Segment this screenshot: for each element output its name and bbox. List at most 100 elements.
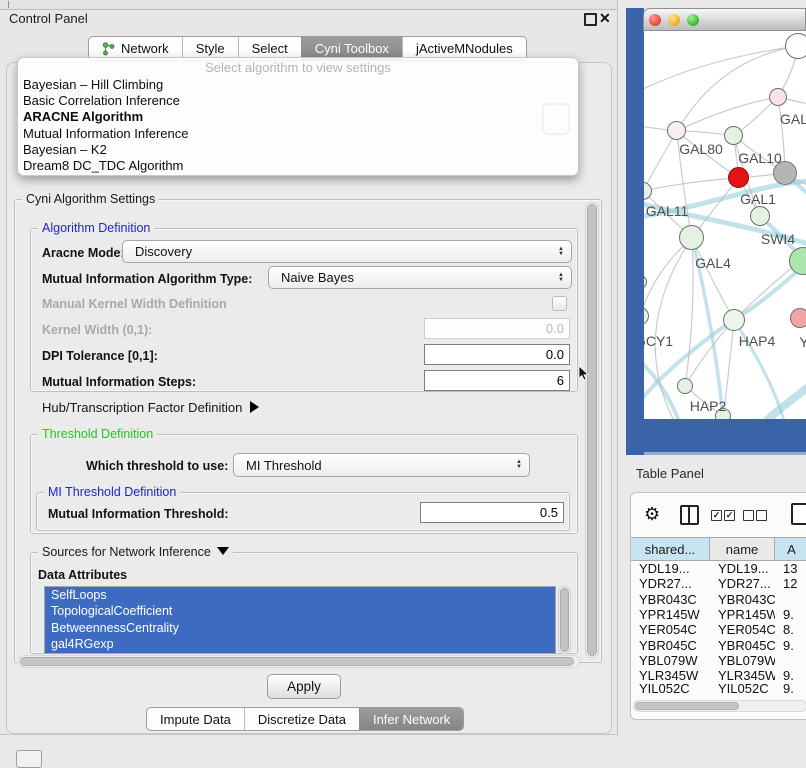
apply-button[interactable]: Apply [267, 674, 341, 699]
network-node-hap2[interactable] [677, 378, 693, 394]
aracne-mode-label: Aracne Mode: [42, 246, 125, 260]
network-node-gal7[interactable] [769, 88, 787, 106]
column-header-shared[interactable]: shared... [631, 538, 710, 560]
settings-horizontal-scrollbar[interactable] [18, 655, 580, 668]
mouse-cursor [578, 366, 589, 381]
which-threshold-select[interactable]: MI Threshold ▲▼ [233, 453, 530, 477]
tab-impute-data[interactable]: Impute Data [147, 708, 244, 730]
dpi-tolerance-field[interactable]: 0.0 [424, 344, 570, 365]
node-label-gal4: GAL4 [695, 255, 731, 271]
table-body: YDL19...YDL19...13 YDR27...YDR27...12 YB… [631, 561, 806, 694]
data-attributes-label: Data Attributes [38, 568, 127, 582]
column-header-name[interactable]: name [710, 538, 775, 560]
list-item-selected[interactable]: SelfLoops [45, 587, 555, 603]
list-item-selected[interactable]: gal4RGexp [45, 636, 555, 652]
hub-definition-toggle[interactable]: Hub/Transcription Factor Definition [42, 400, 259, 415]
dropdown-placeholder: Select algorithm to view settings [18, 60, 578, 77]
dropdown-item[interactable]: Bayesian – K2 [18, 142, 578, 158]
table-row[interactable]: YBR045CYBR045C9. [631, 637, 806, 652]
deselect-all-icon[interactable] [743, 510, 754, 521]
list-item-selected[interactable]: TopologicalCoefficient [45, 603, 555, 619]
split-columns-icon[interactable] [680, 505, 699, 525]
network-node-gal80[interactable] [667, 121, 686, 140]
threshold-definition-title: Threshold Definition [38, 427, 157, 441]
page-icon[interactable] [791, 503, 806, 525]
close-icon[interactable]: ✕ [599, 10, 611, 27]
table-row[interactable]: YIL052CYIL052C9. [631, 683, 806, 694]
network-node-hap4[interactable] [723, 309, 745, 331]
dropdown-item[interactable]: Mutual Information Inference [18, 126, 578, 142]
aracne-mode-select[interactable]: Discovery ▲▼ [122, 240, 572, 263]
table-row[interactable]: YBL079WYBL079W [631, 653, 806, 668]
network-node-gal1[interactable] [728, 167, 749, 188]
combo-arrows-icon: ▲▼ [516, 454, 522, 476]
manual-kernel-checkbox[interactable] [552, 296, 567, 311]
network-icon [102, 42, 115, 56]
mi-threshold-field[interactable]: 0.5 [420, 502, 564, 523]
table-row[interactable]: YER054CYER054C8. [631, 622, 806, 637]
data-attributes-list: SelfLoops TopologicalCoefficient Between… [44, 586, 556, 654]
panel-top-strip [0, 0, 617, 10]
dropdown-item[interactable]: Dream8 DC_TDC Algorithm [18, 158, 578, 174]
table-row[interactable]: YBR043CYBR043C [631, 592, 806, 607]
node-label-gal80: GAL80 [679, 141, 723, 157]
list-item-selected[interactable]: BetweennessCentrality [45, 620, 555, 636]
algorithm-definition-title: Algorithm Definition [38, 221, 154, 235]
node-label-gal11: GAL11 [646, 203, 689, 219]
divider-tick [8, 1, 9, 8]
kernel-width-label: Kernel Width (0,1): [42, 323, 152, 337]
list-scrollbar[interactable] [558, 586, 571, 654]
collapse-down-icon [217, 547, 229, 555]
select-all-icon[interactable]: ✓ [711, 510, 722, 521]
mi-type-select[interactable]: Naive Bayes ▲▼ [268, 266, 572, 289]
column-header-partial[interactable]: A [775, 538, 806, 560]
network-node[interactable] [785, 33, 806, 59]
table-row[interactable]: YLR345WYLR345W9. [631, 668, 806, 683]
tab-infer-network[interactable]: Infer Network [359, 708, 463, 730]
settings-vertical-scrollbar[interactable] [585, 202, 599, 658]
minimize-traffic-light-icon[interactable] [668, 14, 680, 26]
select-all-icon[interactable]: ✓ [724, 510, 735, 521]
network-node-gal4[interactable] [679, 225, 704, 250]
node-label-hap4: HAP4 [739, 333, 776, 349]
deselect-all-icon[interactable] [756, 510, 767, 521]
node-label-swi4: SWI4 [761, 231, 795, 247]
table-horizontal-scrollbar[interactable] [633, 700, 806, 712]
combo-arrows-icon: ▲▼ [558, 241, 564, 262]
gear-icon[interactable]: ⚙ [644, 504, 660, 525]
network-node-gal10[interactable] [724, 126, 743, 145]
table-toolbar: ⚙ ✓ ✓ [631, 493, 806, 537]
node-label-gcy1: GCY1 [644, 333, 673, 349]
sources-title-toggle[interactable]: Sources for Network Inference [38, 545, 233, 559]
network-canvas[interactable]: GAL GAL80 GAL10 GAL1 GAL11 SWI4 GAL4 GCY… [644, 31, 806, 419]
float-window-icon[interactable] [584, 13, 597, 26]
cyni-bottom-tabbar: Impute Data Discretize Data Infer Networ… [146, 707, 464, 731]
control-panel: Control Panel ✕ Network Style Select Cyn… [0, 0, 618, 735]
dropdown-item-selected[interactable]: ARACNE Algorithm [18, 109, 578, 125]
table-panel: ⚙ ✓ ✓ shared... name A YDL19...YDL19...1… [630, 492, 806, 720]
collapse-right-icon [250, 401, 259, 413]
table-row[interactable]: YDL19...YDL19...13 [631, 561, 806, 576]
dropdown-item[interactable]: Basic Correlation Inference [18, 93, 578, 109]
algorithm-dropdown-popup: Select algorithm to view settings Bayesi… [17, 57, 579, 176]
network-node-swi4[interactable] [750, 206, 770, 226]
table-row[interactable]: YPR145WYPR145W9. [631, 607, 806, 622]
network-node-salmon[interactable] [790, 308, 806, 328]
partial-button[interactable] [16, 750, 42, 768]
which-threshold-label: Which threshold to use: [86, 459, 228, 473]
cyni-settings-title: Cyni Algorithm Settings [22, 192, 159, 206]
tab-discretize-data[interactable]: Discretize Data [244, 708, 359, 730]
mi-type-label: Mutual Information Algorithm Type: [42, 272, 252, 286]
node-label-gal10: GAL10 [738, 150, 782, 166]
table-row[interactable]: YDR27...YDR27...12 [631, 576, 806, 591]
close-traffic-light-icon[interactable] [649, 14, 661, 26]
network-frame-border-bottom [626, 419, 806, 452]
network-frame-border [626, 8, 644, 455]
dpi-tolerance-label: DPI Tolerance [0,1]: [42, 349, 158, 363]
node-label-hap2: HAP2 [690, 398, 727, 414]
dropdown-item[interactable]: Bayesian – Hill Climbing [18, 77, 578, 93]
kernel-width-field: 0.0 [424, 318, 570, 339]
zoom-traffic-light-icon[interactable] [687, 14, 699, 26]
mi-steps-field[interactable]: 6 [424, 370, 570, 391]
network-window-titlebar[interactable] [643, 8, 806, 31]
